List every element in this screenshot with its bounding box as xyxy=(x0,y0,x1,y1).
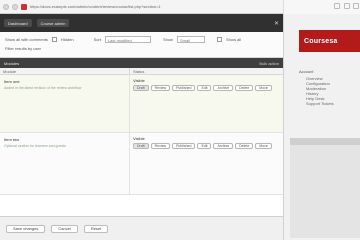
tag-button[interactable]: Edit xyxy=(197,143,212,149)
sidebar-lower-panel xyxy=(290,138,360,238)
row-title[interactable]: Item one xyxy=(4,79,125,84)
table-header: Module Status xyxy=(0,68,283,75)
brand-logo[interactable]: Coursesa xyxy=(299,30,360,52)
tag-button[interactable]: Draft xyxy=(133,85,149,91)
tag-button[interactable]: Review xyxy=(150,85,171,91)
panel-header: Modules Bulk action xyxy=(0,58,283,68)
table-row: Item two Optional section for learners a… xyxy=(0,133,283,195)
filter-bar: Show all with comments Hidden Sort Last … xyxy=(0,32,283,58)
row-title[interactable]: Item two xyxy=(4,137,125,142)
sort-label: Sort xyxy=(93,37,101,42)
bottom-actions: Save changes Cancel Reset xyxy=(0,216,283,240)
panel-title: Modules xyxy=(4,60,20,66)
tag-button[interactable]: Archive xyxy=(213,143,234,149)
col-status[interactable]: Status xyxy=(130,68,147,74)
minimize-icon[interactable] xyxy=(334,3,340,9)
row-actions: Visible Draft Review Published Edit Arch… xyxy=(130,75,283,132)
show-select[interactable]: Small xyxy=(176,36,205,43)
show-comments-label: Show all with comments xyxy=(5,37,48,42)
row-description: Added in the latest revision of the revi… xyxy=(4,86,82,90)
status-text: Visible xyxy=(133,136,145,141)
row-actions: Visible Draft Review Published Edit Arch… xyxy=(130,133,283,194)
hidden-label: Hidden xyxy=(60,37,74,42)
cancel-button[interactable]: Cancel xyxy=(51,224,78,233)
save-button[interactable]: Save changes xyxy=(6,224,46,233)
close-window-icon[interactable] xyxy=(353,3,359,9)
forward-icon[interactable] xyxy=(12,3,18,10)
sidebar-menu: Account Overview Configuration Moderatio… xyxy=(299,69,359,106)
sidebar-item[interactable]: Support Tickets xyxy=(299,101,359,106)
tag-button[interactable]: Published xyxy=(172,143,196,149)
filter-row-2: Filter results by user xyxy=(5,46,278,51)
sort-select[interactable]: Last modified xyxy=(104,36,151,43)
module-panel: Modules Bulk action Module Status Item o… xyxy=(0,58,283,240)
status-text: Visible xyxy=(133,78,145,83)
show-label: Show xyxy=(162,37,173,42)
tag-button[interactable]: Draft xyxy=(133,143,149,149)
tag-button[interactable]: Published xyxy=(172,85,196,91)
tag-group: Draft Review Published Edit Archive Dele… xyxy=(133,143,280,149)
browser-right-controls xyxy=(283,0,360,14)
bulk-action-link[interactable]: Bulk action xyxy=(259,61,279,66)
close-icon[interactable]: ✕ xyxy=(274,20,279,27)
filter-user-label: Filter results by user xyxy=(5,46,42,51)
maximize-icon[interactable] xyxy=(344,3,350,9)
row-info: Item two Optional section for learners a… xyxy=(0,133,130,194)
tag-button[interactable]: Archive xyxy=(213,85,234,91)
table-row: Item one Added in the latest revision of… xyxy=(0,75,283,133)
tag-button[interactable]: Delete xyxy=(235,143,254,149)
course-admin-button[interactable]: Course admin xyxy=(36,19,70,27)
filter-row-1: Show all with comments Hidden Sort Last … xyxy=(5,36,278,43)
tag-button[interactable]: Move xyxy=(255,85,272,91)
sidebar-lower-header xyxy=(290,139,360,145)
show-all-checkbox[interactable] xyxy=(216,37,222,42)
site-favicon-icon xyxy=(21,3,27,10)
browser-urlbar[interactable]: https://docs.example.com/admin/content/r… xyxy=(0,0,283,14)
row-info: Item one Added in the latest revision of… xyxy=(0,75,130,132)
tag-button[interactable]: Edit xyxy=(197,85,212,91)
app-header: Dashboard Course admin ✕ xyxy=(0,14,283,32)
dashboard-button[interactable]: Dashboard xyxy=(4,19,32,27)
url-text[interactable]: https://docs.example.com/admin/content/r… xyxy=(30,4,283,9)
back-icon[interactable] xyxy=(3,3,9,10)
tag-button[interactable]: Move xyxy=(255,143,272,149)
tag-button[interactable]: Review xyxy=(150,143,171,149)
reset-button[interactable]: Reset xyxy=(83,224,109,233)
show-all-label: Show all xyxy=(225,37,242,42)
tag-group: Draft Review Published Edit Archive Dele… xyxy=(133,85,280,91)
hidden-checkbox[interactable] xyxy=(51,37,57,42)
tag-button[interactable]: Delete xyxy=(235,85,254,91)
screen: https://docs.example.com/admin/content/r… xyxy=(0,0,360,240)
sidebar-menu-heading: Account xyxy=(299,69,314,74)
row-description: Optional section for learners and guests xyxy=(4,144,66,148)
col-module[interactable]: Module xyxy=(0,68,130,74)
right-sidebar: Coursesa Account Overview Configuration … xyxy=(283,14,360,240)
